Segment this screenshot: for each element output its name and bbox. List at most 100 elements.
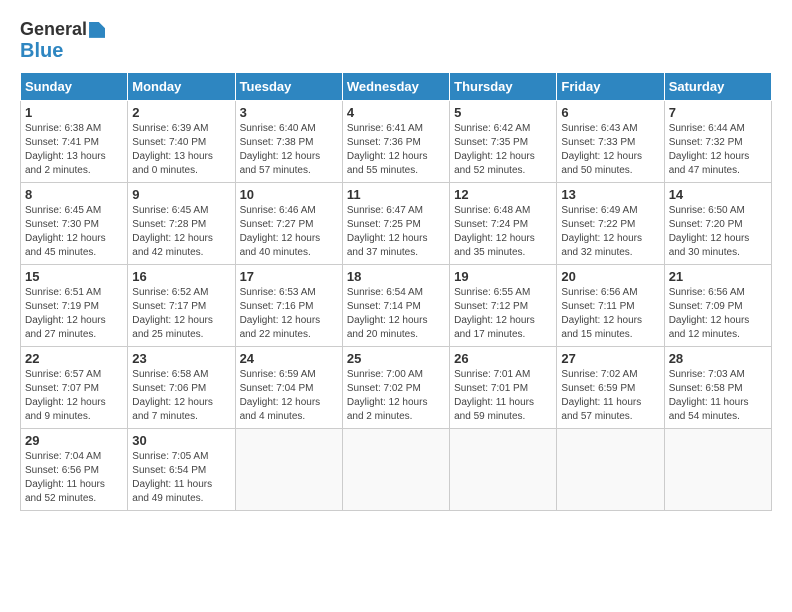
day-info: Sunrise: 6:54 AMSunset: 7:14 PMDaylight:… bbox=[347, 286, 445, 342]
calendar-week-row: 15Sunrise: 6:51 AMSunset: 7:19 PMDayligh… bbox=[21, 264, 772, 346]
day-number: 9 bbox=[132, 187, 230, 202]
header-tuesday: Tuesday bbox=[235, 72, 342, 100]
day-number: 24 bbox=[240, 351, 338, 366]
day-info: Sunrise: 6:46 AMSunset: 7:27 PMDaylight:… bbox=[240, 204, 338, 260]
day-number: 1 bbox=[25, 105, 123, 120]
day-number: 4 bbox=[347, 105, 445, 120]
header-friday: Friday bbox=[557, 72, 664, 100]
day-info: Sunrise: 6:50 AMSunset: 7:20 PMDaylight:… bbox=[669, 204, 767, 260]
day-number: 18 bbox=[347, 269, 445, 284]
day-number: 25 bbox=[347, 351, 445, 366]
day-info: Sunrise: 6:55 AMSunset: 7:12 PMDaylight:… bbox=[454, 286, 552, 342]
day-info: Sunrise: 6:45 AMSunset: 7:30 PMDaylight:… bbox=[25, 204, 123, 260]
calendar-week-row: 22 Sunrise: 6:57 AMSunset: 7:07 PMDayligh… bbox=[21, 346, 772, 428]
calendar-day-cell: 14 Sunrise: 6:50 AMSunset: 7:20 PMDayligh… bbox=[664, 182, 771, 264]
calendar-week-row: 29 Sunrise: 7:04 AMSunset: 6:56 PMDayligh… bbox=[21, 428, 772, 510]
day-number: 3 bbox=[240, 105, 338, 120]
calendar-day-cell bbox=[450, 428, 557, 510]
day-info: Sunrise: 6:58 AMSunset: 7:06 PMDaylight:… bbox=[132, 368, 230, 424]
day-info: Sunrise: 7:04 AMSunset: 6:56 PMDaylight:… bbox=[25, 450, 123, 506]
calendar-day-cell: 9 Sunrise: 6:45 AMSunset: 7:28 PMDaylight… bbox=[128, 182, 235, 264]
calendar-day-cell: 30 Sunrise: 7:05 AMSunset: 6:54 PMDayligh… bbox=[128, 428, 235, 510]
header-monday: Monday bbox=[128, 72, 235, 100]
day-number: 14 bbox=[669, 187, 767, 202]
day-number: 16 bbox=[132, 269, 230, 284]
calendar-day-cell: 6Sunrise: 6:43 AMSunset: 7:33 PMDaylight… bbox=[557, 100, 664, 182]
day-number: 17 bbox=[240, 269, 338, 284]
calendar-day-cell: 2 Sunrise: 6:39 AMSunset: 7:40 PMDaylight… bbox=[128, 100, 235, 182]
logo: General Blue bbox=[20, 20, 105, 62]
day-info: Sunrise: 6:39 AMSunset: 7:40 PMDaylight:… bbox=[132, 122, 230, 178]
day-number: 7 bbox=[669, 105, 767, 120]
calendar-day-cell: 17Sunrise: 6:53 AMSunset: 7:16 PMDayligh… bbox=[235, 264, 342, 346]
day-number: 2 bbox=[132, 105, 230, 120]
calendar-day-cell: 29 Sunrise: 7:04 AMSunset: 6:56 PMDayligh… bbox=[21, 428, 128, 510]
day-info: Sunrise: 7:01 AMSunset: 7:01 PMDaylight:… bbox=[454, 368, 552, 424]
calendar-day-cell: 19Sunrise: 6:55 AMSunset: 7:12 PMDayligh… bbox=[450, 264, 557, 346]
calendar-day-cell: 23 Sunrise: 6:58 AMSunset: 7:06 PMDayligh… bbox=[128, 346, 235, 428]
calendar-day-cell: 27 Sunrise: 7:02 AMSunset: 6:59 PMDayligh… bbox=[557, 346, 664, 428]
logo-icon bbox=[89, 22, 105, 38]
calendar-day-cell: 21Sunrise: 6:56 AMSunset: 7:09 PMDayligh… bbox=[664, 264, 771, 346]
day-info: Sunrise: 6:45 AMSunset: 7:28 PMDaylight:… bbox=[132, 204, 230, 260]
calendar-day-cell: 1 Sunrise: 6:38 AMSunset: 7:41 PMDaylight… bbox=[21, 100, 128, 182]
day-number: 6 bbox=[561, 105, 659, 120]
day-number: 11 bbox=[347, 187, 445, 202]
calendar-day-cell bbox=[664, 428, 771, 510]
day-info: Sunrise: 7:00 AMSunset: 7:02 PMDaylight:… bbox=[347, 368, 445, 424]
header-thursday: Thursday bbox=[450, 72, 557, 100]
calendar-day-cell: 11 Sunrise: 6:47 AMSunset: 7:25 PMDayligh… bbox=[342, 182, 449, 264]
logo-blue: Blue bbox=[20, 40, 63, 62]
header-wednesday: Wednesday bbox=[342, 72, 449, 100]
calendar-day-cell: 7 Sunrise: 6:44 AMSunset: 7:32 PMDaylight… bbox=[664, 100, 771, 182]
calendar-day-cell: 22 Sunrise: 6:57 AMSunset: 7:07 PMDayligh… bbox=[21, 346, 128, 428]
calendar-day-cell bbox=[557, 428, 664, 510]
day-info: Sunrise: 7:02 AMSunset: 6:59 PMDaylight:… bbox=[561, 368, 659, 424]
calendar-day-cell: 3 Sunrise: 6:40 AMSunset: 7:38 PMDaylight… bbox=[235, 100, 342, 182]
day-info: Sunrise: 6:41 AMSunset: 7:36 PMDaylight:… bbox=[347, 122, 445, 178]
day-info: Sunrise: 6:38 AMSunset: 7:41 PMDaylight:… bbox=[25, 122, 123, 178]
day-info: Sunrise: 6:40 AMSunset: 7:38 PMDaylight:… bbox=[240, 122, 338, 178]
calendar-table: SundayMondayTuesdayWednesdayThursdayFrid… bbox=[20, 72, 772, 511]
calendar-day-cell: 12Sunrise: 6:48 AMSunset: 7:24 PMDayligh… bbox=[450, 182, 557, 264]
day-number: 15 bbox=[25, 269, 123, 284]
header-saturday: Saturday bbox=[664, 72, 771, 100]
calendar-day-cell: 10 Sunrise: 6:46 AMSunset: 7:27 PMDayligh… bbox=[235, 182, 342, 264]
calendar-day-cell: 24 Sunrise: 6:59 AMSunset: 7:04 PMDayligh… bbox=[235, 346, 342, 428]
calendar-header-row: SundayMondayTuesdayWednesdayThursdayFrid… bbox=[21, 72, 772, 100]
day-info: Sunrise: 6:44 AMSunset: 7:32 PMDaylight:… bbox=[669, 122, 767, 178]
day-number: 21 bbox=[669, 269, 767, 284]
day-info: Sunrise: 6:56 AMSunset: 7:11 PMDaylight:… bbox=[561, 286, 659, 342]
calendar-day-cell: 26 Sunrise: 7:01 AMSunset: 7:01 PMDayligh… bbox=[450, 346, 557, 428]
day-number: 28 bbox=[669, 351, 767, 366]
day-info: Sunrise: 6:49 AMSunset: 7:22 PMDaylight:… bbox=[561, 204, 659, 260]
day-number: 10 bbox=[240, 187, 338, 202]
calendar-day-cell: 16 Sunrise: 6:52 AMSunset: 7:17 PMDayligh… bbox=[128, 264, 235, 346]
day-number: 26 bbox=[454, 351, 552, 366]
calendar-day-cell: 25 Sunrise: 7:00 AMSunset: 7:02 PMDayligh… bbox=[342, 346, 449, 428]
day-info: Sunrise: 7:05 AMSunset: 6:54 PMDaylight:… bbox=[132, 450, 230, 506]
calendar-day-cell: 18 Sunrise: 6:54 AMSunset: 7:14 PMDayligh… bbox=[342, 264, 449, 346]
day-info: Sunrise: 6:52 AMSunset: 7:17 PMDaylight:… bbox=[132, 286, 230, 342]
day-info: Sunrise: 6:57 AMSunset: 7:07 PMDaylight:… bbox=[25, 368, 123, 424]
header: General Blue bbox=[20, 20, 772, 62]
logo-general: General bbox=[20, 20, 87, 40]
day-number: 29 bbox=[25, 433, 123, 448]
day-info: Sunrise: 6:47 AMSunset: 7:25 PMDaylight:… bbox=[347, 204, 445, 260]
day-number: 27 bbox=[561, 351, 659, 366]
day-info: Sunrise: 6:42 AMSunset: 7:35 PMDaylight:… bbox=[454, 122, 552, 178]
day-number: 23 bbox=[132, 351, 230, 366]
day-number: 22 bbox=[25, 351, 123, 366]
day-info: Sunrise: 7:03 AMSunset: 6:58 PMDaylight:… bbox=[669, 368, 767, 424]
calendar-day-cell: 5 Sunrise: 6:42 AMSunset: 7:35 PMDaylight… bbox=[450, 100, 557, 182]
day-number: 8 bbox=[25, 187, 123, 202]
calendar-day-cell bbox=[342, 428, 449, 510]
day-number: 30 bbox=[132, 433, 230, 448]
calendar-day-cell: 4 Sunrise: 6:41 AMSunset: 7:36 PMDaylight… bbox=[342, 100, 449, 182]
calendar-day-cell: 8 Sunrise: 6:45 AMSunset: 7:30 PMDaylight… bbox=[21, 182, 128, 264]
calendar-week-row: 1 Sunrise: 6:38 AMSunset: 7:41 PMDaylight… bbox=[21, 100, 772, 182]
day-info: Sunrise: 6:59 AMSunset: 7:04 PMDaylight:… bbox=[240, 368, 338, 424]
calendar-day-cell: 13Sunrise: 6:49 AMSunset: 7:22 PMDayligh… bbox=[557, 182, 664, 264]
calendar-day-cell bbox=[235, 428, 342, 510]
day-number: 5 bbox=[454, 105, 552, 120]
